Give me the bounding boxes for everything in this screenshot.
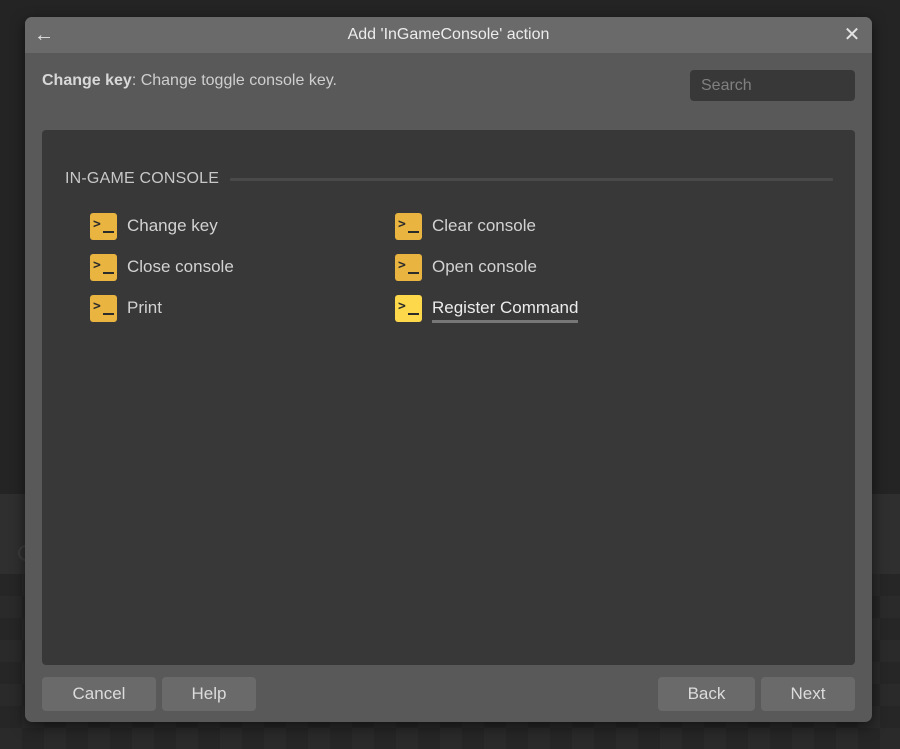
terminal-icon: > bbox=[395, 212, 422, 240]
arrow-left-icon[interactable]: ← bbox=[34, 23, 56, 47]
action-item-register-command[interactable]: > Register Command bbox=[395, 294, 579, 323]
add-action-dialog: ← Add 'InGameConsole' action ✕ Change ke… bbox=[25, 17, 872, 722]
search-input[interactable] bbox=[690, 70, 855, 101]
action-label: Close console bbox=[127, 257, 234, 276]
action-item-close-console[interactable]: > Close console bbox=[90, 253, 234, 281]
terminal-icon: > bbox=[90, 212, 117, 240]
description-action-name: Change key bbox=[42, 72, 132, 89]
terminal-icon: > bbox=[90, 294, 117, 322]
terminal-icon: > bbox=[395, 294, 422, 322]
actions-panel: IN-GAME CONSOLE > Change key > Clear con… bbox=[42, 130, 855, 665]
action-item-clear-console[interactable]: > Clear console bbox=[395, 212, 536, 240]
description-text: Change toggle console key. bbox=[140, 72, 337, 89]
help-button[interactable]: Help bbox=[162, 677, 256, 711]
back-button[interactable]: Back bbox=[658, 677, 755, 711]
dialog-titlebar: ← Add 'InGameConsole' action ✕ bbox=[25, 17, 872, 53]
action-label: Register Command bbox=[432, 298, 579, 323]
close-icon[interactable]: ✕ bbox=[841, 23, 863, 47]
action-item-change-key[interactable]: > Change key bbox=[90, 212, 218, 240]
terminal-icon: > bbox=[395, 253, 422, 281]
action-label: Clear console bbox=[432, 216, 536, 235]
cancel-button[interactable]: Cancel bbox=[42, 677, 156, 711]
description-separator: : bbox=[131, 72, 141, 89]
terminal-icon: > bbox=[90, 253, 117, 281]
section-title: IN-GAME CONSOLE bbox=[65, 170, 220, 187]
next-button[interactable]: Next bbox=[761, 677, 855, 711]
dialog-title: Add 'InGameConsole' action bbox=[347, 26, 550, 43]
action-description: Change key: Change toggle console key. bbox=[42, 72, 337, 90]
action-label: Change key bbox=[127, 216, 218, 235]
action-label: Print bbox=[127, 298, 162, 317]
action-item-print[interactable]: > Print bbox=[90, 294, 162, 322]
section-header: IN-GAME CONSOLE bbox=[65, 170, 833, 188]
section-divider bbox=[230, 177, 833, 181]
action-label: Open console bbox=[432, 257, 537, 276]
action-item-open-console[interactable]: > Open console bbox=[395, 253, 537, 281]
